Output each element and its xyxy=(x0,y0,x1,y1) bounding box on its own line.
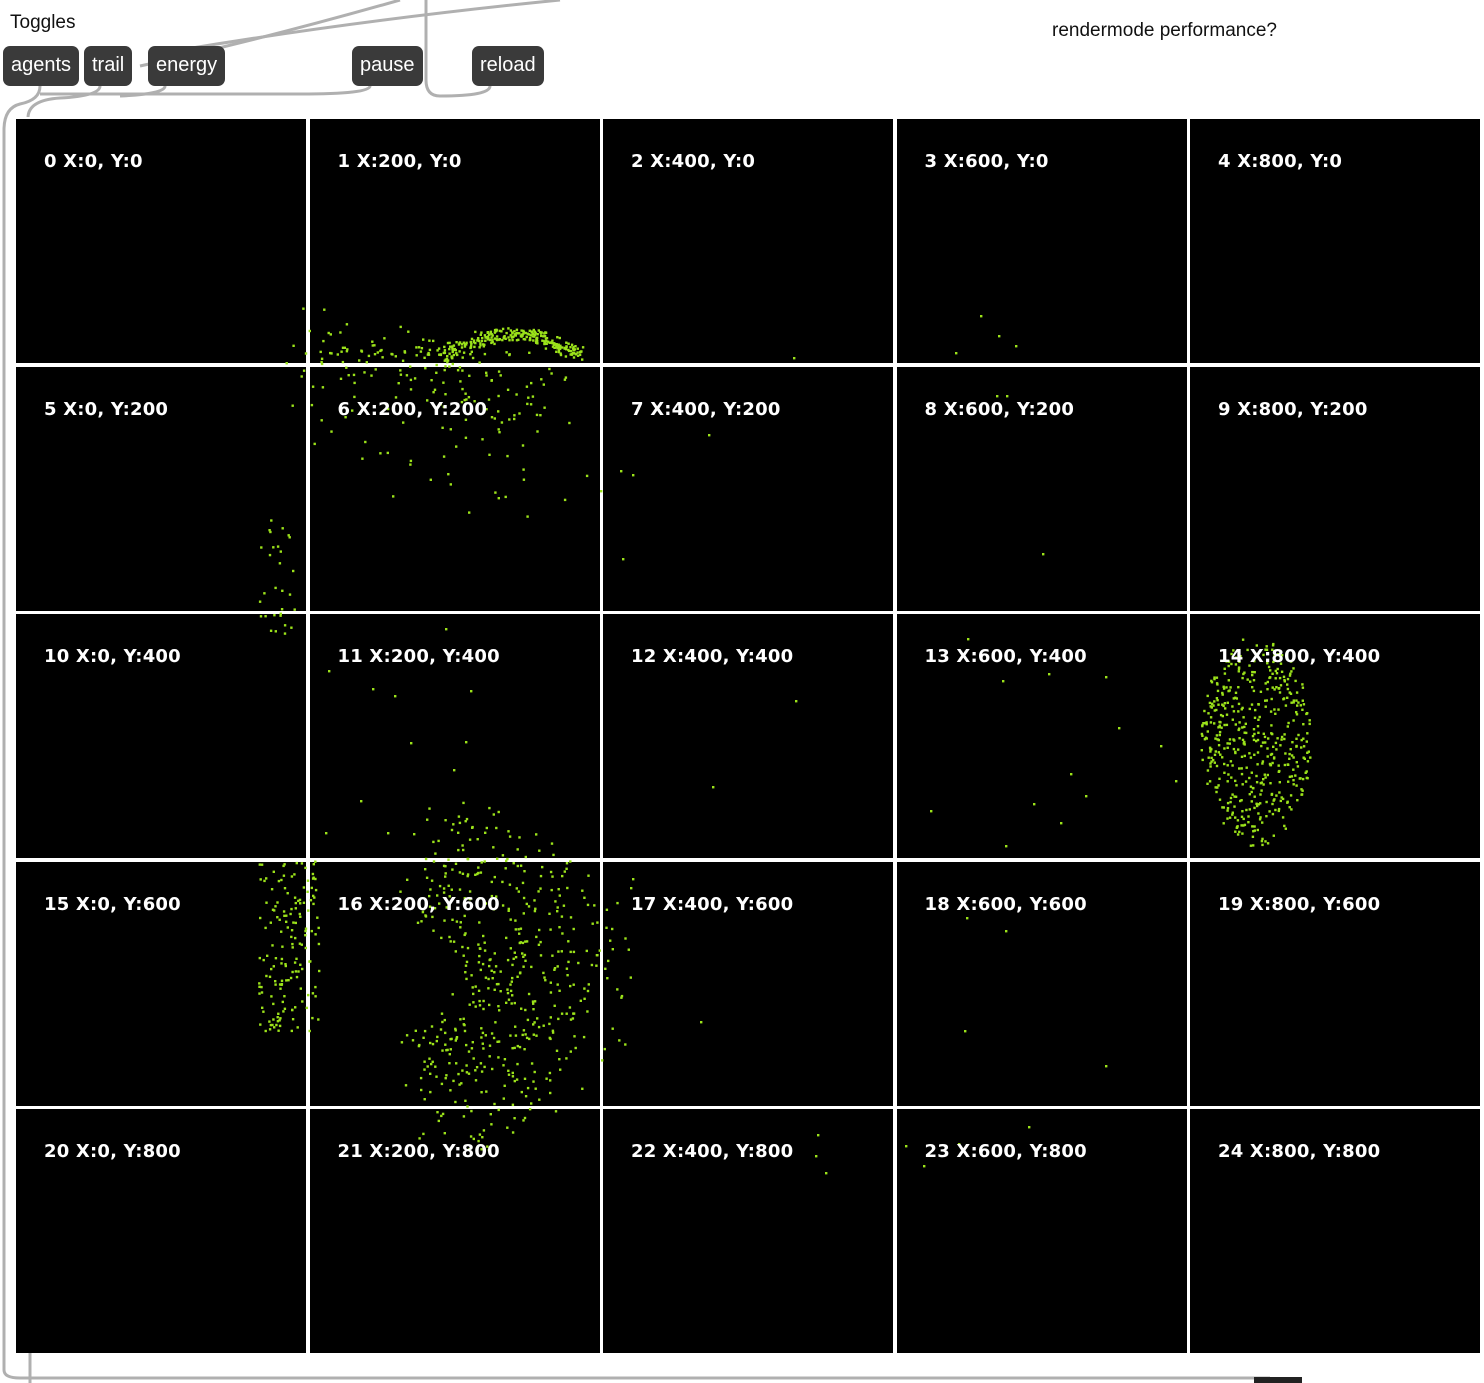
grid-cell-label: 16 X:200, Y:600 xyxy=(337,893,500,915)
grid-cell-label: 22 X:400, Y:800 xyxy=(631,1141,794,1162)
grid-cell-6[interactable]: 6 X:200, Y:200 xyxy=(309,366,600,611)
grid-cell-23[interactable]: 23 X:600, Y:800 xyxy=(896,1109,1187,1353)
grid-cell-4[interactable]: 4 X:800, Y:0 xyxy=(1190,119,1480,363)
grid-cell-3[interactable]: 3 X:600, Y:0 xyxy=(896,119,1187,363)
grid-cell-label: 20 X:0, Y:800 xyxy=(44,1141,181,1162)
grid-cell-label: 13 X:600, Y:400 xyxy=(924,646,1087,667)
grid-cell-label: 24 X:800, Y:800 xyxy=(1218,1141,1381,1162)
grid-cell-label: 12 X:400, Y:400 xyxy=(631,646,794,667)
grid-cell-0[interactable]: 0 X:0, Y:0 xyxy=(16,119,306,363)
grid-cell-label: 10 X:0, Y:400 xyxy=(44,646,181,667)
grid-cell-9[interactable]: 9 X:800, Y:200 xyxy=(1190,366,1480,611)
grid-cell-label: 14 X:800, Y:400 xyxy=(1218,646,1381,667)
reload-button[interactable]: reload xyxy=(472,46,544,86)
grid-cell-17[interactable]: 17 X:400, Y:600 xyxy=(603,861,893,1106)
grid-cell-20[interactable]: 20 X:0, Y:800 xyxy=(16,1109,306,1353)
grid-cell-18[interactable]: 18 X:600, Y:600 xyxy=(896,861,1187,1106)
grid-cell-label: 9 X:800, Y:200 xyxy=(1218,398,1368,420)
grid-cell-label: 18 X:600, Y:600 xyxy=(924,893,1087,915)
grid-cell-2[interactable]: 2 X:400, Y:0 xyxy=(603,119,893,363)
grid-cell-10[interactable]: 10 X:0, Y:400 xyxy=(16,614,306,858)
bottom-handle[interactable] xyxy=(1254,1377,1302,1383)
grid-cell-label: 11 X:200, Y:400 xyxy=(337,646,500,667)
grid-cell-8[interactable]: 8 X:600, Y:200 xyxy=(896,366,1187,611)
energy-button[interactable]: energy xyxy=(148,46,226,86)
grid-cell-label: 19 X:800, Y:600 xyxy=(1218,893,1381,915)
trail-button[interactable]: trail xyxy=(84,46,133,86)
grid-cell-label: 7 X:400, Y:200 xyxy=(631,398,781,420)
simulation-grid[interactable]: 0 X:0, Y:0 1 X:200, Y:0 2 X:400, Y:0 3 X:60… xyxy=(14,117,1482,1353)
rendermode-performance-label: rendermode performance? xyxy=(1052,20,1277,41)
grid-cell-15[interactable]: 15 X:0, Y:600 xyxy=(16,861,306,1106)
toggles-label: Toggles xyxy=(10,12,76,33)
grid-cell-label: 6 X:200, Y:200 xyxy=(337,398,488,420)
grid-cell-label: 8 X:600, Y:200 xyxy=(924,398,1075,420)
grid-cell-12[interactable]: 12 X:400, Y:400 xyxy=(603,614,893,858)
grid-cell-16[interactable]: 16 X:200, Y:600 xyxy=(309,861,600,1106)
grid-cell-13[interactable]: 13 X:600, Y:400 xyxy=(896,614,1187,858)
grid-cell-label: 5 X:0, Y:200 xyxy=(44,398,169,420)
grid-cell-21[interactable]: 21 X:200, Y:800 xyxy=(309,1109,600,1353)
grid-cell-7[interactable]: 7 X:400, Y:200 xyxy=(603,366,893,611)
grid-cell-label: 1 X:200, Y:0 xyxy=(337,151,462,172)
grid-cell-19[interactable]: 19 X:800, Y:600 xyxy=(1190,861,1480,1106)
grid-cell-label: 17 X:400, Y:600 xyxy=(631,893,794,915)
grid-cell-5[interactable]: 5 X:0, Y:200 xyxy=(16,366,306,611)
grid-cell-label: 2 X:400, Y:0 xyxy=(631,151,756,172)
grid-cell-1[interactable]: 1 X:200, Y:0 xyxy=(309,119,600,363)
grid-cell-label: 4 X:800, Y:0 xyxy=(1218,151,1343,172)
pause-button[interactable]: pause xyxy=(352,46,423,86)
grid-cell-label: 21 X:200, Y:800 xyxy=(337,1141,500,1162)
grid-cell-label: 15 X:0, Y:600 xyxy=(44,893,181,915)
agents-button[interactable]: agents xyxy=(3,46,80,86)
grid-cell-14[interactable]: 14 X:800, Y:400 xyxy=(1190,614,1480,858)
grid-cell-22[interactable]: 22 X:400, Y:800 xyxy=(603,1109,893,1353)
grid-cell-label: 23 X:600, Y:800 xyxy=(924,1141,1087,1162)
grid-cell-label: 0 X:0, Y:0 xyxy=(44,151,143,172)
grid-cell-11[interactable]: 11 X:200, Y:400 xyxy=(309,614,600,858)
grid-cell-label: 3 X:600, Y:0 xyxy=(924,151,1049,172)
grid-cell-24[interactable]: 24 X:800, Y:800 xyxy=(1190,1109,1480,1353)
